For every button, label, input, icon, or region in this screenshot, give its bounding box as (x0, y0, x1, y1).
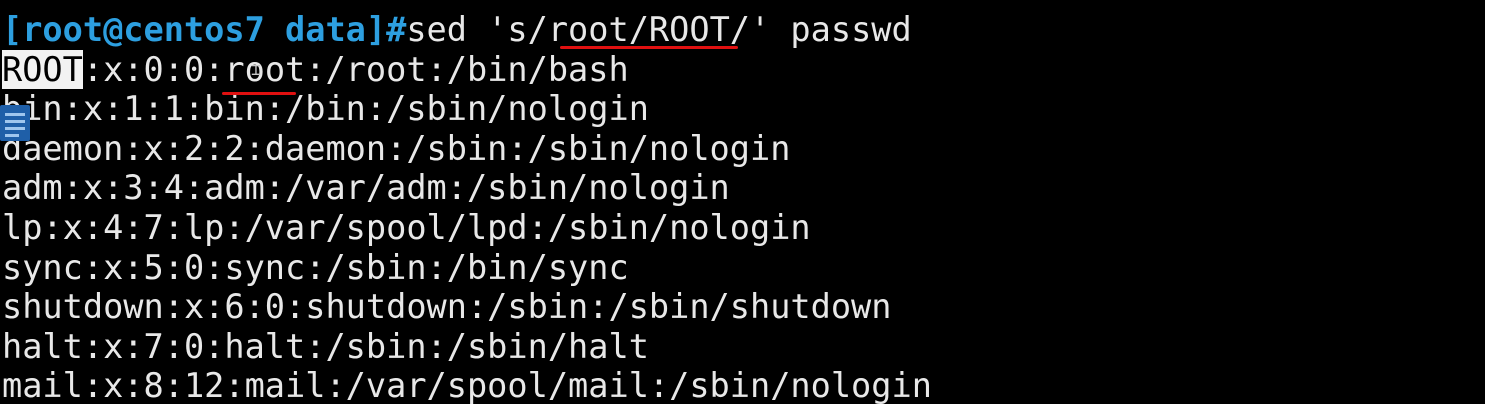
ibeam-cursor-icon: ⌶ (251, 60, 261, 79)
output-line-1-rest: :x:0:0:root:/root:/bin/bash (82, 50, 629, 89)
document-icon-line (5, 134, 19, 137)
shell-prompt: [root@centos7 data]# (2, 10, 407, 49)
previous-output-fragment: 1 (2, 0, 22, 6)
selected-text-root[interactable]: ROOT (2, 50, 83, 89)
document-icon-line (5, 113, 25, 116)
document-icon[interactable] (0, 105, 30, 141)
sed-command: sed 's/root/ROOT/' passwd (406, 10, 912, 49)
output-line-4: adm:x:3:4:adm:/var/adm:/sbin/nologin (2, 168, 730, 207)
output-line-9: mail:x:8:12:mail:/var/spool/mail:/sbin/n… (2, 366, 932, 404)
output-line-6: sync:x:5:0:sync:/sbin:/bin/sync (2, 248, 629, 287)
output-line-3: daemon:x:2:2:daemon:/sbin:/sbin/nologin (2, 129, 791, 168)
output-line-7: shutdown:x:6:0:shutdown:/sbin:/sbin/shut… (2, 287, 892, 326)
terminal-window[interactable]: 1 [root@centos7 data]#sed 's/root/ROOT/'… (0, 0, 1485, 404)
document-icon-line (5, 120, 25, 123)
output-line-8: halt:x:7:0:halt:/sbin:/sbin/halt (2, 327, 649, 366)
command-line: [root@centos7 data]#sed 's/root/ROOT/' p… (2, 10, 912, 50)
annotation-underline-output (222, 92, 296, 95)
output-line-2: bin:x:1:1:bin:/bin:/sbin/nologin (2, 89, 649, 128)
annotation-underline-command (560, 46, 738, 49)
output-line-5: lp:x:4:7:lp:/var/spool/lpd:/sbin/nologin (2, 208, 811, 247)
output-line-1: ROOT:x:0:0:root:/root:/bin/bash (2, 50, 629, 90)
document-icon-line (5, 127, 25, 130)
